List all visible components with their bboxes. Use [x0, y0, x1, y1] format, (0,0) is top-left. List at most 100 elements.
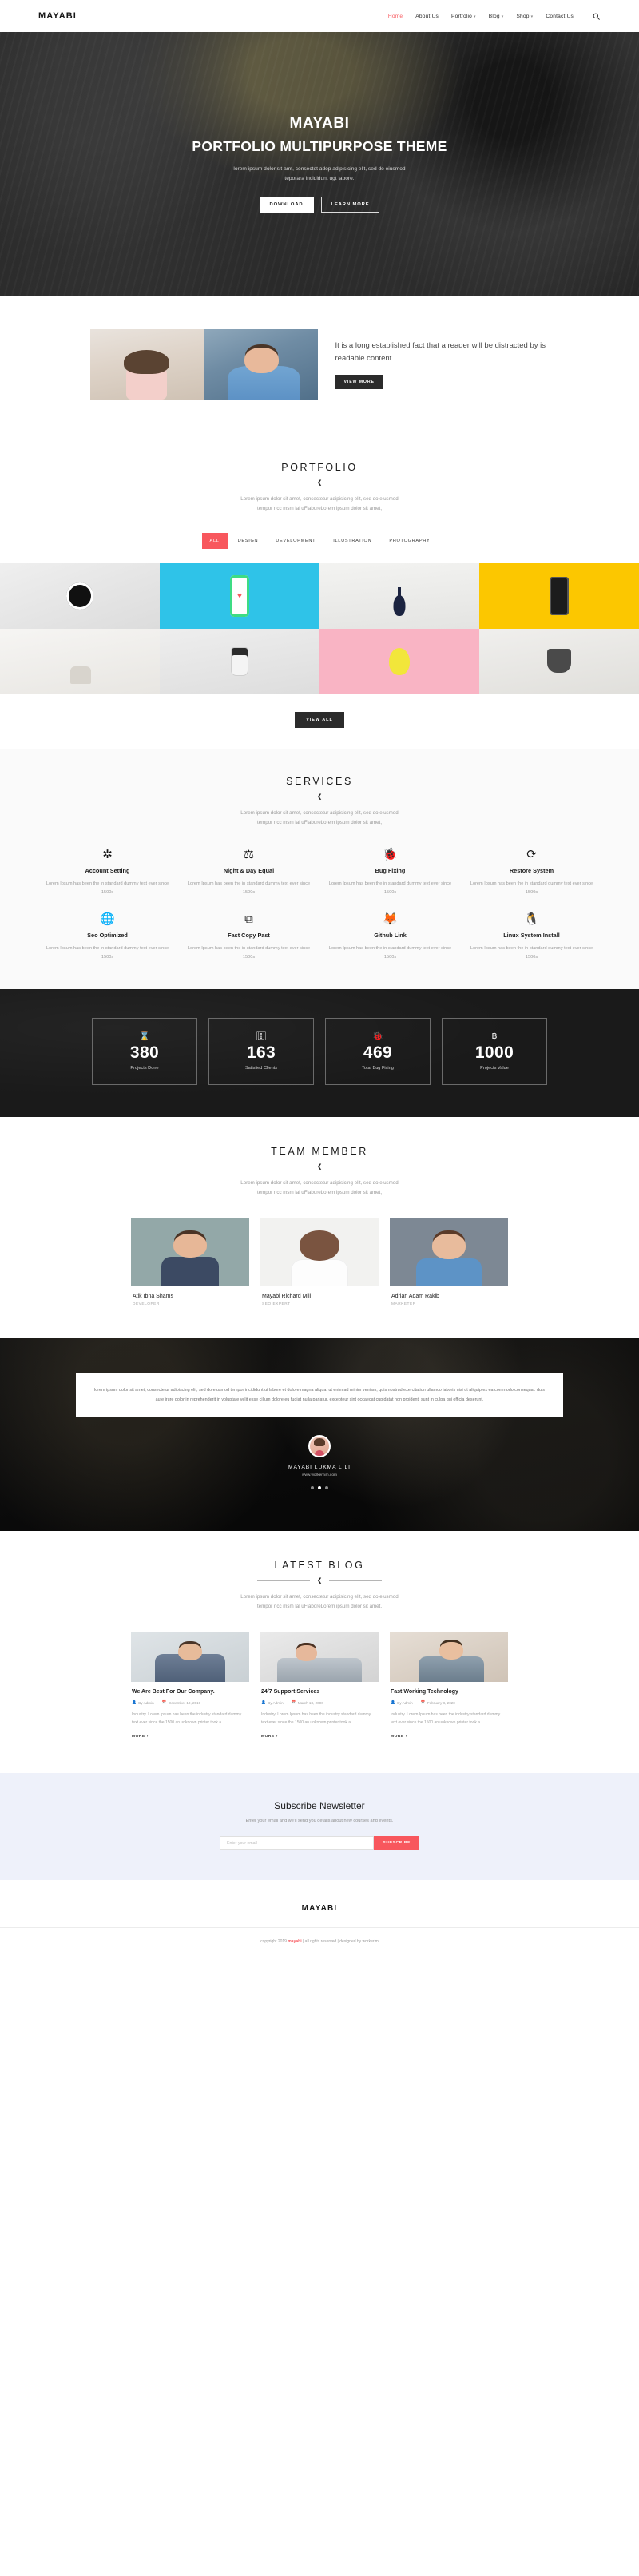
- blog-post-more-link[interactable]: MORE ›: [261, 1735, 278, 1739]
- portfolio-item[interactable]: [0, 563, 160, 630]
- portfolio-item[interactable]: [160, 629, 320, 695]
- download-button[interactable]: DOWNLOAD: [259, 197, 314, 213]
- blog-post-title[interactable]: We Are Best For Our Company.: [132, 1689, 248, 1695]
- footer-copyright: copyright 2019 mayabi | all rights reser…: [0, 1939, 639, 1944]
- carousel-dot-active[interactable]: [318, 1485, 321, 1489]
- divider-line-left: [257, 1580, 311, 1581]
- blog-post-meta: 👤 By Admin 📅 March 18, 2000: [261, 1700, 378, 1705]
- site-logo[interactable]: MAYABI: [38, 11, 77, 21]
- blog-post-more-link[interactable]: MORE ›: [132, 1735, 149, 1739]
- blog-post-card[interactable]: Fast Working Technology 👤 By Admin 📅 Febru…: [390, 1632, 508, 1741]
- about-section: It is a long established fact that a rea…: [0, 296, 639, 435]
- service-title: Seo Optimized: [87, 932, 128, 940]
- blog-post-card[interactable]: 24/7 Support Services 👤 By Admin 📅 March 1…: [260, 1632, 379, 1741]
- team-member-role: SEO EXPERT: [262, 1302, 291, 1307]
- team-member-card[interactable]: Adrian Adam Rakib MARKETER: [390, 1218, 508, 1306]
- portfolio-filter-illustration[interactable]: ILLUSTRATION: [326, 533, 379, 549]
- carousel-dot[interactable]: [325, 1485, 328, 1489]
- hourglass-icon: ⌛: [139, 1031, 150, 1041]
- service-card-fast-copy-past[interactable]: ⧉ Fast Copy Past Lorem Ipsum has been th…: [181, 913, 316, 962]
- blog-post-meta: 👤 By Admin 📅 February 8, 2020: [391, 1700, 507, 1705]
- carousel-dot[interactable]: [311, 1485, 314, 1489]
- learn-more-button[interactable]: LEARN MORE: [320, 197, 380, 213]
- portfolio-view-all-button[interactable]: VIEW ALL: [295, 712, 344, 729]
- search-icon[interactable]: [591, 11, 601, 21]
- about-text-block: It is a long established fact that a rea…: [318, 329, 550, 400]
- portfolio-filter-development[interactable]: DEVELOPMENT: [268, 533, 323, 549]
- divider-arrow-icon: ❮: [317, 480, 322, 486]
- portfolio-item[interactable]: [479, 563, 639, 630]
- team-member-card[interactable]: Mayabi Richard Mili SEO EXPERT: [260, 1218, 379, 1306]
- footer-logo[interactable]: MAYABI: [0, 1904, 639, 1913]
- portfolio-item[interactable]: [160, 563, 320, 630]
- nav-item-shop[interactable]: Shop ▾: [516, 14, 533, 19]
- copy-icon: ⧉: [244, 912, 253, 927]
- nav-item-home[interactable]: Home: [388, 14, 403, 19]
- portfolio-grid: [0, 563, 639, 695]
- calendar-icon: 📅: [161, 1700, 167, 1705]
- blog-post-card[interactable]: We Are Best For Our Company. 👤 By Admin 📅…: [131, 1632, 249, 1741]
- newsletter-email-input[interactable]: [220, 1836, 375, 1851]
- service-card-restore-system[interactable]: ⟳ Restore System Lorem Ipsum has been th…: [464, 849, 599, 897]
- service-title: Restore System: [509, 867, 554, 875]
- team-member-card[interactable]: Atik Ibna Shams DEVELOPER: [131, 1218, 249, 1306]
- blog-post-title[interactable]: Fast Working Technology: [391, 1689, 507, 1695]
- portfolio-filter-all[interactable]: ALL: [201, 533, 228, 550]
- service-title: Fast Copy Past: [228, 932, 270, 940]
- portfolio-item[interactable]: [320, 629, 479, 695]
- testimonial-author-site: www.workernim.com: [302, 1473, 337, 1477]
- blog-post-excerpt: Industry. Lorem Ipsum has been the indus…: [391, 1712, 501, 1726]
- divider-arrow-icon: ❮: [317, 794, 322, 801]
- service-description: Lorem Ipsum has been the in standard dum…: [187, 881, 311, 896]
- service-card-account-setting[interactable]: ✲ Account Setting Lorem Ipsum has been t…: [40, 849, 175, 897]
- team-header: TEAM MEMBER ❮ Lorem ipsum dolor sit amet…: [0, 1146, 639, 1198]
- section-divider: ❮: [0, 480, 639, 486]
- portfolio-filter-photography[interactable]: PHOTOGRAPHY: [382, 533, 437, 549]
- blog-post-date: 📅 December 10, 2019: [162, 1700, 201, 1705]
- service-description: Lorem Ipsum has been the in standard dum…: [328, 946, 452, 960]
- blog-description-line-1: Lorem ipsum dolor sit amet, consectetur …: [240, 1593, 399, 1600]
- portfolio-item[interactable]: [479, 629, 639, 695]
- service-card-night-day-equal[interactable]: ⚖ Night & Day Equal Lorem Ipsum has been…: [181, 849, 316, 897]
- hero-description-line-1: lorem ipsum dolor sit amt, consectet ado…: [233, 165, 406, 172]
- blog-post-more-link[interactable]: MORE ›: [391, 1735, 407, 1739]
- service-card-bug-fixing[interactable]: 🐞 Bug Fixing Lorem Ipsum has been the in…: [323, 849, 458, 897]
- service-card-seo-optimized[interactable]: 🌐 Seo Optimized Lorem Ipsum has been the…: [40, 913, 175, 962]
- blog-post-title[interactable]: 24/7 Support Services: [261, 1689, 378, 1695]
- service-title: Github Link: [374, 932, 407, 940]
- service-card-github-link[interactable]: 🦊 Github Link Lorem Ipsum has been the i…: [323, 913, 458, 962]
- portfolio-title: PORTFOLIO: [281, 462, 358, 473]
- portfolio-item[interactable]: [0, 629, 160, 695]
- newsletter-section: Subscribe Newsletter Enter your email an…: [0, 1773, 639, 1881]
- team-member-name: Atik Ibna Shams: [133, 1294, 173, 1300]
- nav-item-portfolio[interactable]: Portfolio ▾: [451, 14, 476, 19]
- divider-arrow-icon: ❮: [317, 1577, 322, 1584]
- nav-item-about-us[interactable]: About Us: [415, 14, 439, 19]
- database-icon: 🗄: [256, 1031, 267, 1041]
- chevron-down-icon: ▾: [501, 14, 504, 19]
- service-card-linux-system-install[interactable]: 🐧 Linux System Install Lorem Ipsum has b…: [464, 913, 599, 962]
- about-view-more-button[interactable]: VIEW MORE: [335, 374, 383, 389]
- team-member-info: Adrian Adam Rakib MARKETER: [390, 1286, 508, 1306]
- blog-post-date: 📅 February 8, 2020: [421, 1700, 455, 1705]
- blog-post-author: 👤 By Admin: [132, 1700, 154, 1705]
- blog-post-image: [390, 1632, 508, 1683]
- user-icon: 👤: [391, 1700, 395, 1705]
- nav-item-contact-us[interactable]: Contact Us: [546, 14, 574, 19]
- portfolio-filter-design[interactable]: DESIGN: [231, 533, 266, 549]
- portfolio-header: PORTFOLIO ❮ Lorem ipsum dolor sit amet, …: [0, 462, 639, 514]
- blog-grid: We Are Best For Our Company. 👤 By Admin 📅…: [0, 1632, 639, 1741]
- counter-projects-value: ฿ 1000 Projects Value: [442, 1018, 547, 1085]
- team-title: TEAM MEMBER: [271, 1146, 368, 1157]
- nav-item-blog-label: Blog: [488, 13, 500, 19]
- blog-header: LATEST BLOG ❮ Lorem ipsum dolor sit amet…: [0, 1560, 639, 1612]
- portfolio-item[interactable]: [320, 563, 479, 630]
- blog-post-meta: 👤 By Admin 📅 December 10, 2019: [132, 1700, 248, 1705]
- about-image-man: [204, 329, 318, 400]
- divider-arrow-icon: ❮: [317, 1164, 322, 1170]
- nav-item-blog[interactable]: Blog ▾: [489, 14, 504, 19]
- newsletter-subscribe-button[interactable]: SUBSCRIBE: [374, 1836, 419, 1851]
- bug-icon: 🐞: [383, 848, 398, 862]
- hero-content: MAYABI PORTFOLIO MULTIPURPOSE THEME lore…: [192, 115, 447, 213]
- portfolio-view-all-wrap: VIEW ALL: [0, 694, 639, 749]
